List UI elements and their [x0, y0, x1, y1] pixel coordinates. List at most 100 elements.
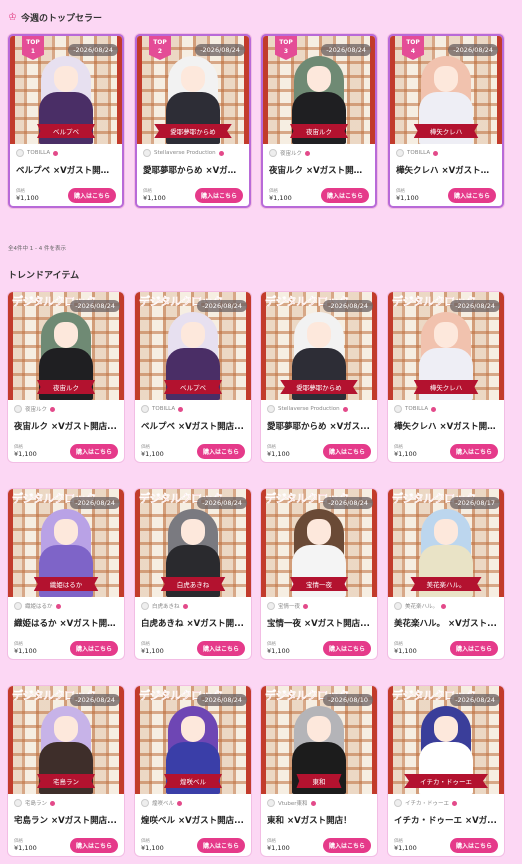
buy-button[interactable]: 購入はこちら — [69, 641, 118, 656]
verified-icon — [452, 800, 458, 806]
product-card[interactable]: デジタルクロック -2026/08/24 愛耶夢耶からめ Stellaverse Pr… — [261, 292, 377, 462]
rank-badge-label: TOP — [279, 39, 293, 46]
buy-button[interactable]: 購入はこちら — [322, 838, 371, 853]
seller-row[interactable]: TOBILLA — [394, 404, 498, 414]
buy-button[interactable]: 購入はこちら — [196, 444, 245, 459]
seller-name: Stellaverse Production — [278, 406, 340, 412]
product-card[interactable]: デジタルクロック -2026/08/24 織姫はるか織姫はるか織姫はるか ×Vガスト… — [8, 489, 124, 659]
seller-row[interactable]: 宅島ラン — [14, 798, 118, 808]
product-image[interactable]: デジタルクロック -2026/08/24 樺矢クレハ — [388, 292, 504, 400]
product-card[interactable]: -2026/08/24 TOP 3 夜宙ルク 夜宙ルク 夜宙ルク ×Vガスト開店... 価格… — [261, 34, 377, 208]
seller-row[interactable]: TOBILLA — [16, 148, 116, 158]
product-title[interactable]: ベルプベ ×Vガスト開店... — [16, 164, 116, 176]
product-image[interactable]: -2026/08/24 TOP 2 愛耶夢耶からめ — [137, 36, 249, 144]
verified-icon — [50, 800, 56, 806]
product-title[interactable]: 織姫はるか ×Vガスト開店... — [14, 617, 118, 629]
product-card[interactable]: デジタルクロック -2026/08/24 樺矢クレハ TOBILLA 樺矢クレハ ×Vガ… — [388, 292, 504, 462]
product-image[interactable]: デジタルクロック -2026/08/24 愛耶夢耶からめ — [261, 292, 377, 400]
buy-button[interactable]: 購入はこちら — [322, 641, 371, 656]
product-title[interactable]: 白虎あきね ×Vガスト開... — [141, 617, 245, 629]
buy-button[interactable]: 購入はこちら — [196, 641, 245, 656]
seller-row[interactable]: 白虎あきね — [141, 601, 245, 611]
product-image[interactable]: デジタルクロック -2026/08/24 織姫はるか — [8, 489, 124, 597]
seller-row[interactable]: 煌咲ベル — [141, 798, 245, 808]
seller-name: 織姫はるか — [25, 604, 53, 610]
product-image[interactable]: デジタルクロック -2026/08/24 煌咲ベル — [135, 686, 251, 794]
seller-row[interactable]: 宝情一夜 — [267, 601, 371, 611]
product-image[interactable]: -2026/08/24 TOP 3 夜宙ルク — [263, 36, 375, 144]
product-card[interactable]: デジタルクロック -2026/08/24 夜宙ルク夜宙ルク夜宙ルク ×Vガスト開店.… — [8, 292, 124, 462]
buy-button[interactable]: 購入はこちら — [69, 838, 118, 853]
seller-row[interactable]: Stellaverse Production — [143, 148, 243, 158]
seller-name: TOBILLA — [405, 406, 429, 412]
product-title[interactable]: 東和 ×Vガスト開店！ — [267, 814, 371, 826]
product-card[interactable]: デジタルクロック -2026/08/17 美花楽ハル。 美花楽ハル。 美花楽ハル。 ×V… — [388, 489, 504, 659]
product-title[interactable]: 夜宙ルク ×Vガスト開店... — [269, 164, 369, 176]
product-title[interactable]: 宅島ラン ×Vガスト開店... — [14, 814, 118, 826]
product-image[interactable]: デジタルクロック -2026/08/24 夜宙ルク — [8, 292, 124, 400]
product-card[interactable]: デジタルクロック -2026/08/24 煌咲ベル煌咲ベル煌咲ベル ×Vガスト開店.… — [135, 686, 251, 856]
sale-period-badge: -2026/08/24 — [197, 694, 247, 706]
product-info: 美花楽ハル。 美花楽ハル。 ×Vガスト... 価格 ¥1,100 購入はこちら — [388, 597, 504, 659]
product-title[interactable]: 煌咲ベル ×Vガスト開店... — [141, 814, 245, 826]
product-card[interactable]: デジタルクロック -2026/08/24 白虎あきね白虎あきね白虎あきね ×Vガスト… — [135, 489, 251, 659]
product-card[interactable]: デジタルクロック -2026/08/24 宅島ラン宅島ラン宅島ラン ×Vガスト開店.… — [8, 686, 124, 856]
buy-button[interactable]: 購入はこちら — [69, 444, 118, 459]
product-info: 宅島ラン 宅島ラン ×Vガスト開店... 価格 ¥1,100 購入はこちら — [8, 794, 124, 856]
product-title[interactable]: ベルプベ ×Vガスト開店... — [141, 420, 245, 432]
seller-row[interactable]: 美花楽ハル。 — [394, 601, 498, 611]
product-title[interactable]: 樺矢クレハ ×Vガスト開店... — [396, 164, 496, 176]
product-card[interactable]: デジタルクロック -2026/08/10 東和 Vtuber東和 東和 ×Vガスト開店！… — [261, 686, 377, 856]
product-card[interactable]: デジタルクロック -2026/08/24 ベルプベ TOBILLA ベルプベ ×Vガスト… — [135, 292, 251, 462]
sale-period-badge: -2026/08/24 — [321, 44, 371, 56]
sale-period-badge: -2026/08/24 — [197, 300, 247, 312]
product-title[interactable]: 美花楽ハル。 ×Vガスト... — [394, 617, 498, 629]
product-image[interactable]: デジタルクロック -2026/08/24 宝情一夜 — [261, 489, 377, 597]
seller-row[interactable]: TOBILLA — [141, 404, 245, 414]
buy-button[interactable]: 購入はこちら — [320, 188, 369, 203]
seller-row[interactable]: イチカ・ドゥーエ — [394, 798, 498, 808]
product-image[interactable]: デジタルクロック -2026/08/10 東和 — [261, 686, 377, 794]
product-card[interactable]: -2026/08/24 TOP 2 愛耶夢耶からめ Stellaverse Produc… — [135, 34, 251, 208]
character-name-ribbon: イチカ・ドゥーエ — [404, 774, 488, 788]
verified-icon — [182, 603, 188, 609]
buy-button[interactable]: 購入はこちら — [194, 188, 243, 203]
product-image[interactable]: -2026/08/24 TOP 4 樺矢クレハ — [390, 36, 502, 144]
seller-name: 夜宙ルク — [25, 407, 48, 413]
product-title[interactable]: 愛耶夢耶からめ ×Vガス... — [143, 164, 243, 176]
product-image[interactable]: デジタルクロック -2026/08/24 宅島ラン — [8, 686, 124, 794]
product-card[interactable]: デジタルクロック -2026/08/24 イチカ・ドゥーエ イチカ・ドゥーエ イチカ・ド… — [388, 686, 504, 856]
product-image[interactable]: デジタルクロック -2026/08/24 白虎あきね — [135, 489, 251, 597]
top-sellers-title: 今週のトップセラー — [20, 14, 102, 24]
product-title[interactable]: イチカ・ドゥーエ ×Vガ... — [394, 814, 498, 826]
product-price: ¥1,100 — [394, 450, 417, 458]
product-title[interactable]: 宝情一夜 ×Vガスト開店... — [267, 617, 371, 629]
verified-icon — [310, 800, 316, 806]
product-title[interactable]: 愛耶夢耶からめ ×Vガス... — [267, 420, 371, 432]
product-image[interactable]: デジタルクロック -2026/08/17 美花楽ハル。 — [388, 489, 504, 597]
character-face — [307, 716, 331, 742]
seller-row[interactable]: Vtuber東和 — [267, 798, 371, 808]
buy-button[interactable]: 購入はこちら — [447, 188, 496, 203]
product-image[interactable]: デジタルクロック -2026/08/24 ベルプベ — [135, 292, 251, 400]
product-title[interactable]: 樺矢クレハ ×Vガスト開店... — [394, 420, 498, 432]
seller-avatar — [267, 405, 275, 413]
seller-row[interactable]: TOBILLA — [396, 148, 496, 158]
buy-button[interactable]: 購入はこちら — [322, 444, 371, 459]
product-card[interactable]: -2026/08/24 TOP 4 樺矢クレハ TOBILLA 樺矢クレハ ×Vガスト開店… — [388, 34, 504, 208]
product-image[interactable]: -2026/08/24 TOP 1 ベルプベ — [10, 36, 122, 144]
product-card[interactable]: デジタルクロック -2026/08/24 宝情一夜宝情一夜宝情一夜 ×Vガスト開店.… — [261, 489, 377, 659]
seller-row[interactable]: 夜宙ルク — [14, 404, 118, 414]
buy-button[interactable]: 購入はこちら — [449, 444, 498, 459]
product-card[interactable]: -2026/08/24 TOP 1 ベルプベ TOBILLA ベルプベ ×Vガスト開店..… — [8, 34, 124, 208]
seller-row[interactable]: 夜宙ルク — [269, 148, 369, 158]
buy-button[interactable]: 購入はこちら — [449, 641, 498, 656]
seller-row[interactable]: Stellaverse Production — [267, 404, 371, 414]
seller-row[interactable]: 織姫はるか — [14, 601, 118, 611]
buy-button[interactable]: 購入はこちら — [67, 188, 116, 203]
buy-button[interactable]: 購入はこちら — [196, 838, 245, 853]
product-image[interactable]: デジタルクロック -2026/08/24 イチカ・ドゥーエ — [388, 686, 504, 794]
buy-button[interactable]: 購入はこちら — [449, 838, 498, 853]
sale-period-badge: -2026/08/17 — [450, 497, 500, 509]
product-title[interactable]: 夜宙ルク ×Vガスト開店... — [14, 420, 118, 432]
